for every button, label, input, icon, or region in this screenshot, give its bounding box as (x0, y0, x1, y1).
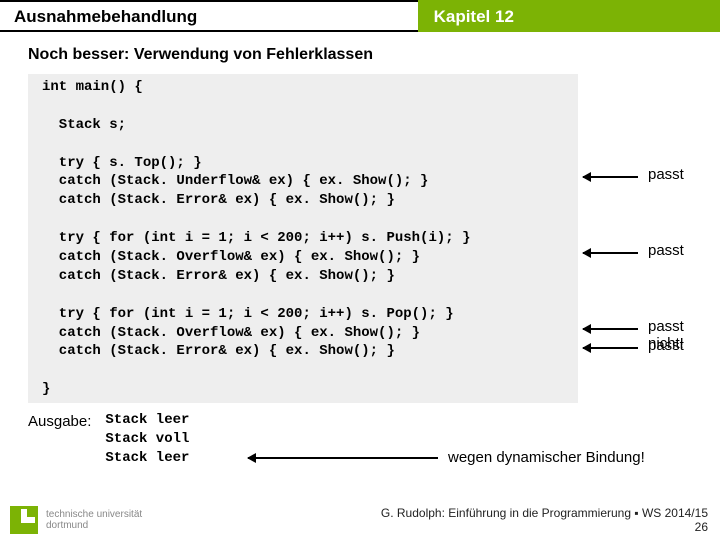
arrow-icon (583, 347, 638, 349)
code-line: int main() { (42, 79, 143, 95)
slide-body: Noch besser: Verwendung von Fehlerklasse… (0, 32, 720, 468)
tu-logo-icon (10, 506, 38, 534)
output-line: Stack leer (105, 450, 189, 466)
footer-right: G. Rudolph: Einführung in die Programmie… (381, 506, 708, 535)
output-row: Ausgabe: Stack leer Stack voll Stack lee… (28, 411, 692, 468)
code-area: int main() { . Stack s; . try { s. Top()… (28, 74, 692, 403)
code-line: } (42, 381, 50, 397)
code-line: try { for (int i = 1; i < 200; i++) s. P… (42, 230, 470, 246)
code-line: try { s. Top(); } (42, 155, 202, 171)
code-line: catch (Stack. Overflow& ex) { ex. Show()… (42, 249, 420, 265)
code-line: catch (Stack. Error& ex) { ex. Show(); } (42, 268, 395, 284)
university-name: technische universität dortmund (46, 509, 142, 531)
output-line: Stack leer (105, 412, 189, 428)
annotation-passt-2: passt (648, 242, 684, 259)
arrow-icon (583, 252, 638, 254)
university-line1: technische universität (46, 509, 142, 520)
arrow-icon (583, 176, 638, 178)
footer-page-number: 26 (381, 520, 708, 534)
annotation-passt-4: passt (648, 337, 684, 354)
section-title: Noch besser: Verwendung von Fehlerklasse… (28, 46, 692, 64)
code-line: catch (Stack. Error& ex) { ex. Show(); } (42, 192, 395, 208)
output-line: Stack voll (105, 431, 189, 447)
code-line: Stack s; (42, 117, 126, 133)
code-line: catch (Stack. Underflow& ex) { ex. Show(… (42, 173, 428, 189)
slide-header: Ausnahmebehandlung Kapitel 12 (0, 0, 720, 32)
arrow-icon (248, 457, 438, 459)
annotation-dyn-binding: wegen dynamischer Bindung! (448, 449, 645, 466)
arrow-icon (583, 328, 638, 330)
footer-course-line: G. Rudolph: Einführung in die Programmie… (381, 506, 708, 520)
header-title-right: Kapitel 12 (418, 0, 720, 32)
header-title-left: Ausnahmebehandlung (0, 0, 418, 32)
code-box: int main() { . Stack s; . try { s. Top()… (28, 74, 578, 403)
output-text: Stack leer Stack voll Stack leer (105, 411, 189, 468)
annotation-passt-1: passt (648, 166, 684, 183)
code-line: try { for (int i = 1; i < 200; i++) s. P… (42, 306, 454, 322)
code-line: catch (Stack. Overflow& ex) { ex. Show()… (42, 325, 420, 341)
university-line2: dortmund (46, 520, 142, 531)
slide-footer: technische universität dortmund G. Rudol… (0, 500, 720, 540)
code-line: catch (Stack. Error& ex) { ex. Show(); } (42, 343, 395, 359)
output-label: Ausgabe: (28, 411, 91, 430)
